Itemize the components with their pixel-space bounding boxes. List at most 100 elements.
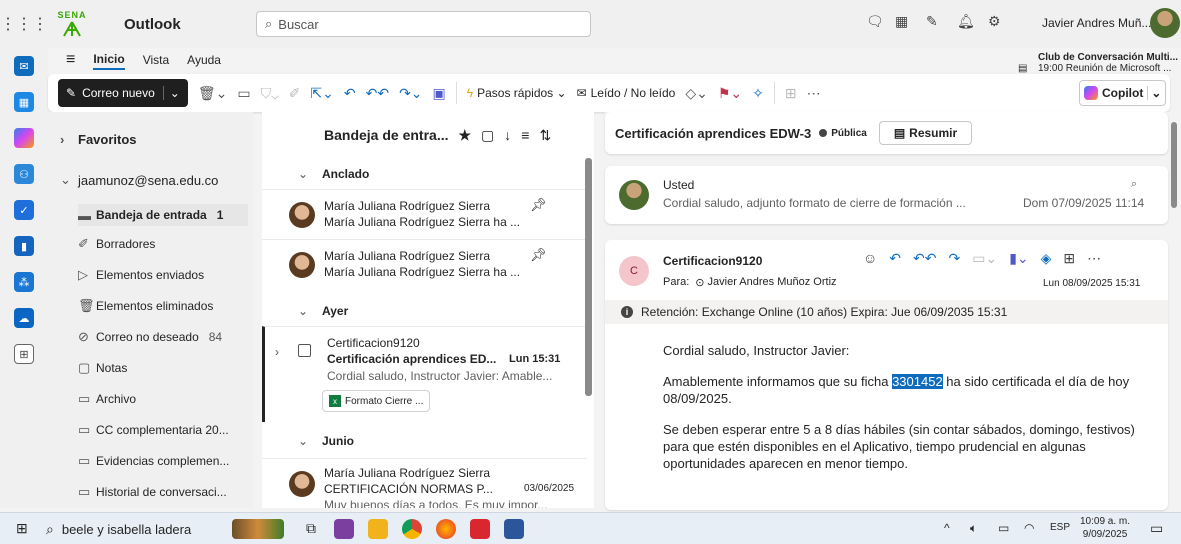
read-unread-button[interactable]: ✉ Leído / No leído bbox=[577, 86, 676, 100]
flag-icon[interactable]: ⚑⌄ bbox=[718, 85, 742, 102]
app-launcher-icon[interactable]: ⋮⋮⋮ bbox=[0, 14, 48, 34]
filter-icon[interactable]: ≡ bbox=[521, 127, 529, 143]
sort-icon[interactable]: ⇅ bbox=[539, 127, 551, 144]
tray-chevron-icon[interactable]: ^ bbox=[944, 521, 950, 535]
windows-start-icon[interactable]: ⊞ bbox=[16, 520, 28, 537]
pin-icon[interactable]: 📌︎ bbox=[530, 247, 547, 263]
chevron-down-icon[interactable]: ⌄ bbox=[1147, 86, 1161, 100]
folder-drafts[interactable]: ✐ Borradores bbox=[78, 236, 155, 252]
language-indicator[interactable]: ESP bbox=[1050, 522, 1070, 533]
folder-junk[interactable]: ⊘ Correo no deseado 84 bbox=[78, 329, 222, 345]
acrobat-icon[interactable] bbox=[470, 519, 490, 539]
people-icon[interactable]: ⚇ bbox=[14, 164, 34, 184]
forward-icon[interactable]: ↷ bbox=[949, 250, 961, 267]
folder-cc-complementaria[interactable]: ▭ CC complementaria 20... bbox=[78, 422, 229, 438]
thread-message-collapsed[interactable]: Usted Cordial saludo, adjunto formato de… bbox=[605, 166, 1168, 224]
search-input[interactable]: ⌕ Buscar bbox=[256, 11, 591, 37]
teams-share-icon[interactable]: ▭⌄ bbox=[972, 250, 997, 267]
chat-icon[interactable]: 🗨 bbox=[866, 13, 884, 30]
volume-icon[interactable]: 🔈︎ bbox=[970, 521, 977, 536]
onedrive-icon[interactable]: ☁ bbox=[14, 308, 34, 328]
apps-icon[interactable]: ⊞ bbox=[1063, 250, 1075, 267]
group-pinned[interactable]: ⌄ Anclado bbox=[262, 159, 587, 189]
calendar-icon[interactable]: ▦ bbox=[14, 92, 34, 112]
pin-icon[interactable]: ✧ bbox=[752, 85, 764, 102]
folder-deleted[interactable]: 🗑︎ Elementos eliminados bbox=[78, 298, 213, 314]
quick-steps-button[interactable]: ϟ Pasos rápidos ⌄ bbox=[467, 86, 567, 100]
folder-historial[interactable]: ▭ Historial de conversaci... bbox=[78, 484, 227, 500]
new-mail-button[interactable]: ✎ Correo nuevo ⌄ bbox=[58, 79, 188, 107]
favorites-section[interactable]: › Favoritos bbox=[60, 132, 137, 147]
reply-all-icon[interactable]: ↶↶ bbox=[913, 250, 936, 267]
folder-sent[interactable]: ▷ Elementos enviados bbox=[78, 267, 204, 283]
delete-icon[interactable]: 🗑︎⌄ bbox=[198, 85, 228, 102]
avatar[interactable] bbox=[1150, 8, 1180, 38]
file-explorer-icon[interactable] bbox=[368, 519, 388, 539]
list-item[interactable]: María Juliana Rodríguez Sierra CERTIFICA… bbox=[262, 458, 587, 508]
reading-scrollbar[interactable] bbox=[1171, 122, 1177, 208]
battery-icon[interactable]: ▭ bbox=[998, 521, 1009, 535]
star-icon[interactable]: ★ bbox=[458, 127, 471, 144]
move-icon[interactable]: ⇱⌄ bbox=[310, 85, 333, 102]
more-apps-icon[interactable]: ⊞ bbox=[14, 344, 34, 364]
list-item-selected[interactable]: › Certificacion9120 Certificación aprend… bbox=[262, 326, 587, 422]
todo-icon[interactable]: ✓ bbox=[14, 200, 34, 220]
select-icon[interactable]: ▢ bbox=[481, 127, 494, 144]
emoji-icon[interactable]: ☺ bbox=[863, 250, 877, 267]
word-icon[interactable] bbox=[504, 519, 524, 539]
list-scrollbar[interactable] bbox=[585, 158, 592, 396]
more-options-icon[interactable]: ⋯ bbox=[1087, 250, 1101, 267]
feedback-icon[interactable]: ✎ bbox=[926, 13, 938, 30]
recipient-name[interactable]: Javier Andres Muñoz Ortiz bbox=[708, 276, 837, 289]
summarize-button[interactable]: ▤ Resumir bbox=[878, 121, 973, 145]
tag-icon[interactable]: ◇⌄ bbox=[685, 85, 708, 102]
teams-share-icon[interactable]: ▣ bbox=[433, 85, 446, 102]
jump-icon[interactable]: ↓ bbox=[504, 127, 511, 143]
report-icon[interactable]: ⛉⌄ bbox=[261, 85, 279, 102]
attachment-chip[interactable]: x Formato Cierre ... bbox=[322, 390, 431, 412]
viva-icon[interactable]: ▮⌄ bbox=[1009, 250, 1028, 267]
bell-icon[interactable]: 🔔︎ bbox=[957, 13, 975, 30]
reply-all-icon[interactable]: ↶↶ bbox=[366, 85, 389, 102]
folder-evidencias[interactable]: ▭ Evidencias complemen... bbox=[78, 453, 229, 469]
group-yesterday[interactable]: ⌄ Ayer bbox=[262, 296, 587, 326]
reply-icon[interactable]: ↶ bbox=[344, 85, 356, 102]
loop-icon[interactable]: ◈ bbox=[1041, 250, 1052, 267]
task-view-icon[interactable]: ⧉ bbox=[306, 520, 316, 537]
folder-archive[interactable]: ▭ Archivo bbox=[78, 391, 136, 407]
chrome-icon[interactable] bbox=[402, 519, 422, 539]
more-options-icon[interactable]: ⋯ bbox=[807, 85, 821, 102]
firefox-icon[interactable] bbox=[436, 519, 456, 539]
tab-vista[interactable]: Vista bbox=[143, 51, 169, 69]
message-sender[interactable]: Certificacion9120 bbox=[663, 254, 762, 268]
chevron-right-icon[interactable]: › bbox=[275, 345, 279, 359]
mail-icon[interactable]: ✉ bbox=[14, 56, 34, 76]
sweep-icon[interactable]: ✐ bbox=[289, 85, 301, 102]
pin-icon[interactable]: 📌︎ bbox=[530, 197, 547, 213]
clock[interactable]: 10:09 a. m. 9/09/2025 bbox=[1080, 515, 1130, 541]
apps-icon[interactable]: ⊞ bbox=[785, 85, 797, 102]
hamburger-icon[interactable]: ≡ bbox=[66, 51, 75, 69]
folder-inbox[interactable]: ▬ Bandeja de entrada 1 bbox=[78, 204, 248, 226]
forward-icon[interactable]: ↷⌄ bbox=[399, 85, 422, 102]
user-name[interactable]: Javier Andres Muñ... bbox=[1042, 16, 1151, 30]
folder-notes[interactable]: ▢ Notas bbox=[78, 360, 127, 376]
copilot-icon[interactable] bbox=[14, 128, 34, 148]
account-section[interactable]: ⌄ jaamunoz@sena.edu.co bbox=[60, 172, 218, 188]
list-item[interactable]: María Juliana Rodríguez Sierra María Jul… bbox=[262, 239, 587, 289]
reply-icon[interactable]: ↶ bbox=[889, 250, 901, 267]
group-june[interactable]: ⌄ Junio bbox=[262, 426, 587, 456]
archive-icon[interactable]: ▭ bbox=[237, 85, 250, 102]
teams-icon[interactable]: ▦ bbox=[895, 13, 908, 30]
org-icon[interactable]: ⁂ bbox=[14, 272, 34, 292]
copilot-button[interactable]: Copilot ⌄ bbox=[1079, 80, 1167, 106]
files-icon[interactable]: ▮ bbox=[14, 236, 34, 256]
message-checkbox[interactable] bbox=[298, 344, 311, 357]
tab-ayuda[interactable]: Ayuda bbox=[187, 51, 221, 69]
app-avatar-icon[interactable] bbox=[334, 519, 354, 539]
wifi-icon[interactable]: ◠ bbox=[1024, 521, 1034, 535]
upcoming-event[interactable]: Club de Conversación Multi... ▤ 19:00 Reu… bbox=[1018, 52, 1178, 74]
tab-inicio[interactable]: Inicio bbox=[93, 50, 125, 70]
notifications-icon[interactable]: ▭ bbox=[1150, 520, 1163, 537]
gear-icon[interactable]: ⚙ bbox=[988, 13, 1001, 30]
